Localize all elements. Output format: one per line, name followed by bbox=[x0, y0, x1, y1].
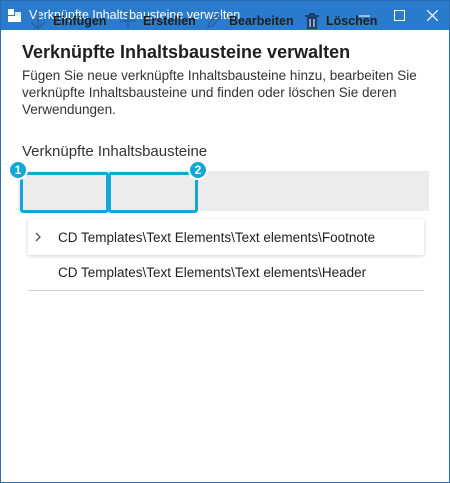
app-window-icon bbox=[8, 9, 21, 22]
linked-blocks-list: CD Templates\Text Elements\Text elements… bbox=[28, 219, 424, 291]
section-label: Verknüpfte Inhaltsbausteine bbox=[22, 143, 208, 160]
create-button-label: Erstellen bbox=[143, 14, 196, 28]
edit-button[interactable]: Bearbeiten bbox=[205, 1, 297, 41]
list-item[interactable]: CD Templates\Text Elements\Text elements… bbox=[28, 219, 424, 255]
delete-button[interactable]: Löschen bbox=[304, 1, 384, 41]
pencil-icon bbox=[207, 13, 222, 28]
close-button[interactable] bbox=[415, 1, 449, 30]
list-item[interactable]: CD Templates\Text Elements\Text elements… bbox=[28, 255, 424, 291]
arrow-down-icon bbox=[30, 12, 46, 31]
insert-button-label: Einfügen bbox=[53, 14, 107, 28]
trash-icon bbox=[305, 13, 319, 29]
dialog-window: Verknüpfte Inhaltsbausteine verwalten Ve… bbox=[0, 0, 450, 483]
list-item-label: CD Templates\Text Elements\Text elements… bbox=[58, 265, 367, 280]
maximize-button[interactable] bbox=[382, 1, 416, 30]
callout-highlight-insert bbox=[20, 172, 109, 213]
insert-button[interactable]: Einfügen bbox=[23, 1, 107, 41]
callout-highlight-create bbox=[108, 172, 198, 213]
chevron-right-icon[interactable] bbox=[34, 231, 42, 243]
dialog-heading: Verknüpfte Inhaltsbausteine verwalten bbox=[22, 42, 351, 62]
callout-badge-1: 1 bbox=[8, 160, 28, 180]
dialog-description: Fügen Sie neue verknüpfte Inhaltsbaustei… bbox=[22, 68, 417, 117]
plus-icon bbox=[120, 13, 136, 29]
create-button[interactable]: Erstellen bbox=[111, 1, 197, 41]
callout-badge-2: 2 bbox=[188, 160, 208, 180]
list-item-label: CD Templates\Text Elements\Text elements… bbox=[58, 229, 376, 245]
delete-button-label: Löschen bbox=[326, 14, 378, 28]
close-icon bbox=[426, 10, 438, 21]
maximize-icon bbox=[393, 10, 405, 21]
edit-button-label: Bearbeiten bbox=[229, 14, 294, 28]
